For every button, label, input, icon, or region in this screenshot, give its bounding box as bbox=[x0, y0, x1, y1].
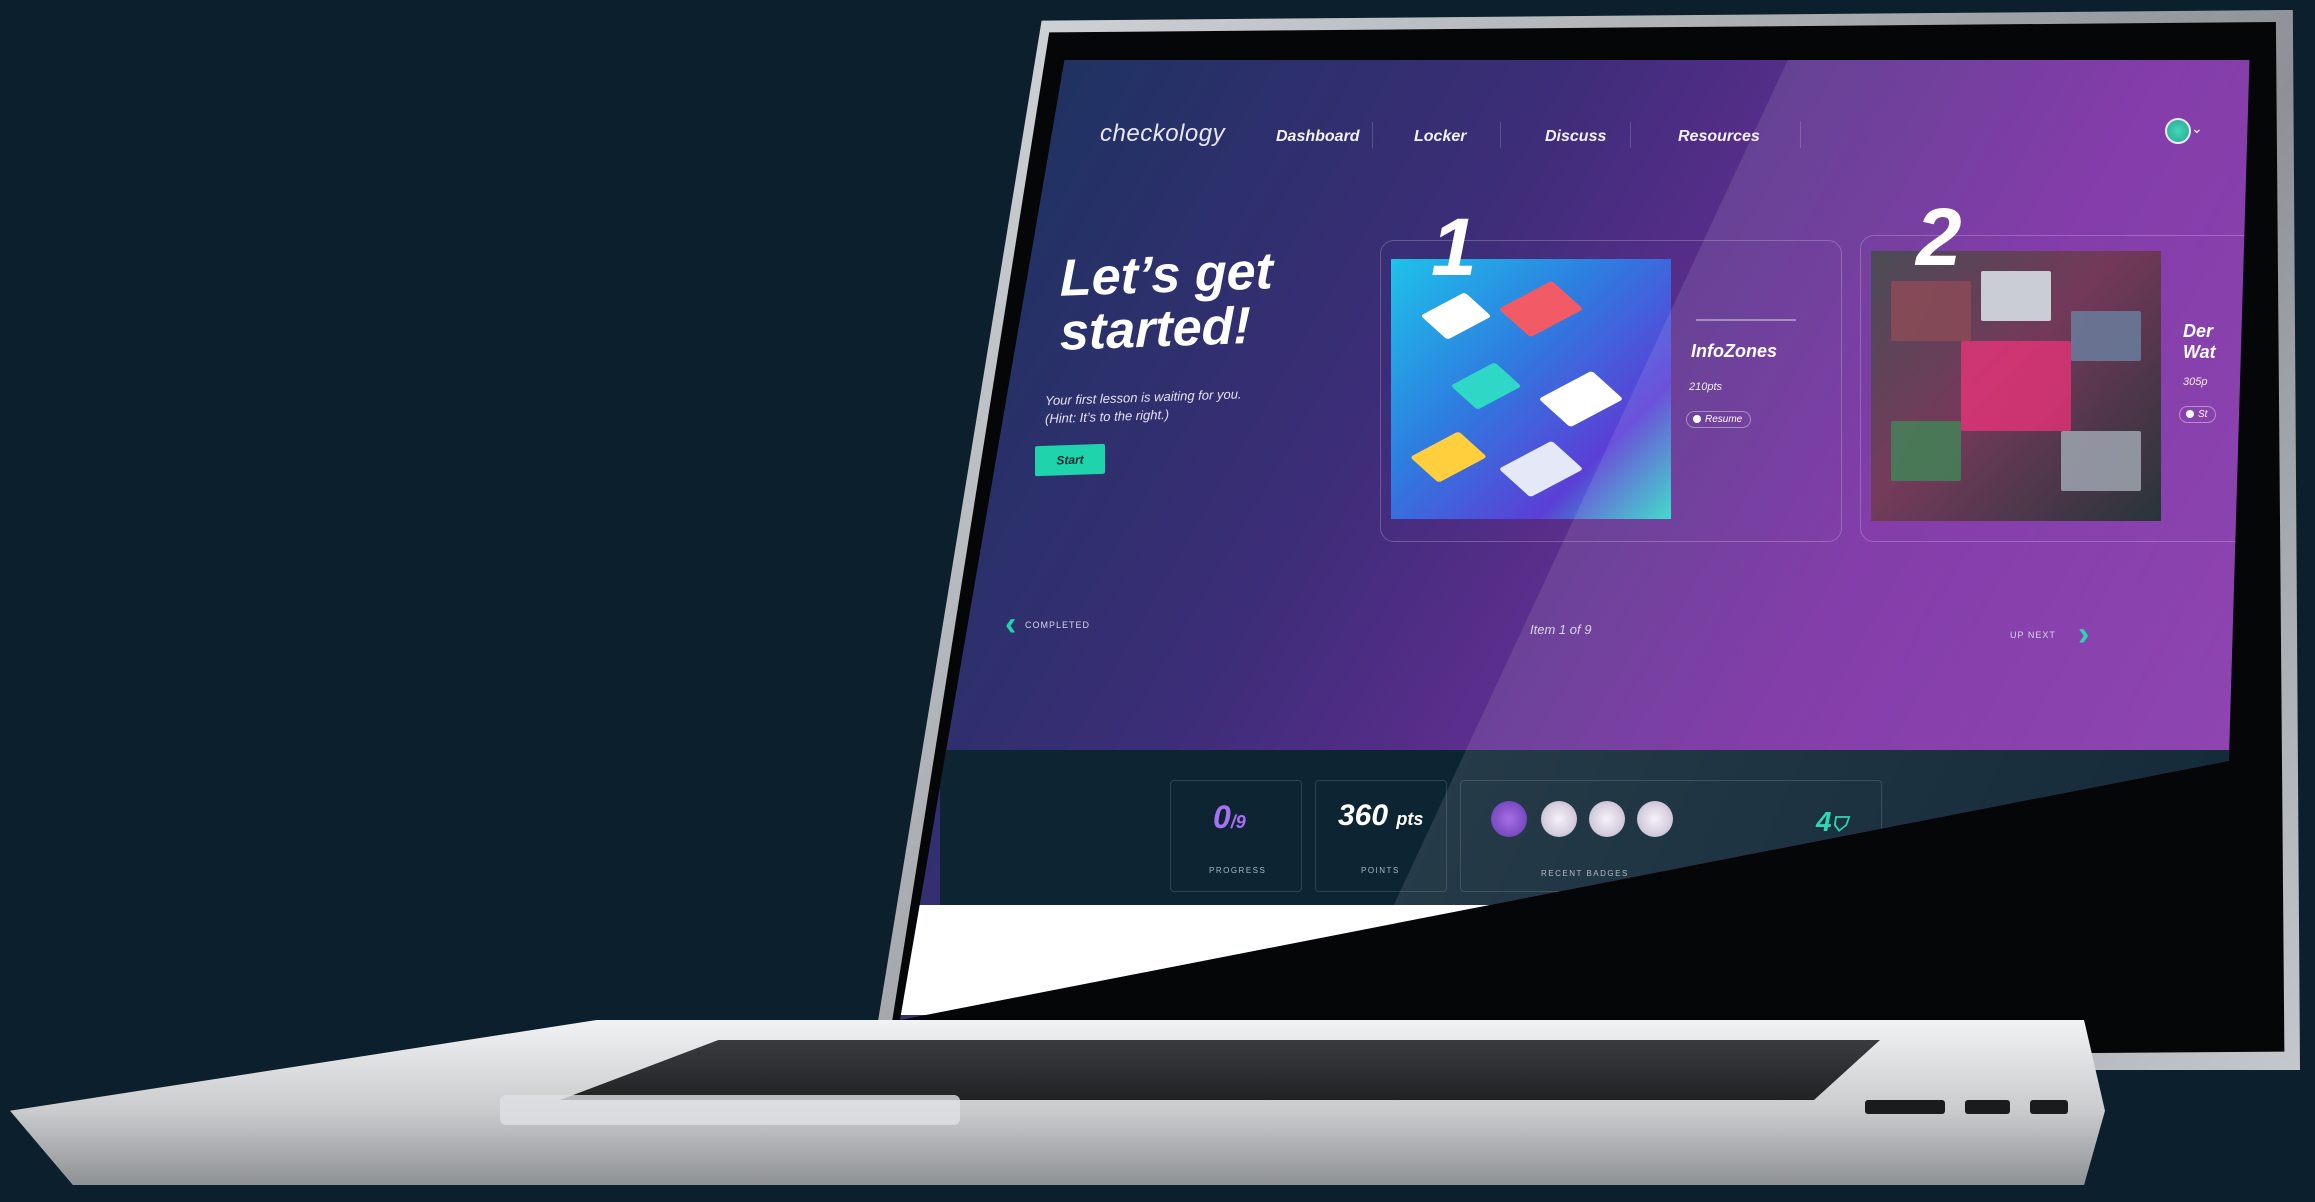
usb-port bbox=[2030, 1100, 2068, 1114]
prev-label: COMPLETED bbox=[1025, 620, 1091, 630]
thumbnail-tile bbox=[1450, 362, 1522, 410]
sd-slot bbox=[1865, 1100, 1945, 1114]
card-title: InfoZones bbox=[1691, 341, 1777, 361]
thumbnail-tile bbox=[1409, 431, 1488, 483]
card-number: 1 bbox=[1431, 202, 1477, 293]
points-value: 360 pts bbox=[1338, 799, 1423, 833]
points-stat: 360 pts POINTS bbox=[1315, 780, 1447, 892]
hero-subtitle: Your first lesson is waiting for you. (H… bbox=[1045, 384, 1285, 428]
card-title: Der Wat bbox=[2183, 321, 2216, 363]
points-count: 360 bbox=[1338, 799, 1389, 832]
hdmi-port bbox=[1965, 1100, 2010, 1114]
checkology-logo[interactable]: checkology bbox=[1100, 120, 1225, 148]
nav-divider bbox=[1800, 122, 1801, 148]
thumbnail-tile bbox=[1420, 292, 1492, 340]
progress-value: 0/9 bbox=[1213, 799, 1246, 836]
laptop-base bbox=[10, 1020, 2105, 1185]
total-label: TOTAL bbox=[1819, 869, 1852, 878]
thumbnail-tile bbox=[1981, 271, 2051, 321]
thumbnail-tile bbox=[1538, 370, 1624, 428]
nav-locker[interactable]: Locker bbox=[1414, 128, 1466, 146]
nav-dashboard[interactable]: Dashboard bbox=[1276, 128, 1360, 146]
thumbnail-tile bbox=[2071, 311, 2141, 361]
nav-resources[interactable]: Resources bbox=[1678, 128, 1760, 146]
chevron-down-icon: ⌄ bbox=[2191, 120, 2203, 136]
progress-label: PROGRESS bbox=[1209, 866, 1267, 875]
open-learning-section: Open Learning bbox=[900, 905, 2250, 1015]
play-icon bbox=[2186, 410, 2194, 419]
thumbnail-tile bbox=[1961, 341, 2071, 431]
laptop-trackpad bbox=[500, 1095, 960, 1125]
resume-button[interactable]: Resume bbox=[1686, 411, 1752, 428]
resume-label: Resume bbox=[1705, 414, 1743, 425]
badge-icon[interactable] bbox=[1491, 801, 1527, 837]
thumbnail-tile bbox=[1498, 440, 1584, 498]
badges-label: RECENT BADGES bbox=[1541, 869, 1629, 878]
nav-divider bbox=[1500, 122, 1501, 148]
laptop-keyboard bbox=[560, 1040, 1880, 1100]
progress-total: /9 bbox=[1230, 812, 1246, 832]
account-menu-button[interactable]: ⌄ bbox=[2165, 118, 2205, 144]
card-divider bbox=[1696, 319, 1796, 321]
open-learning-title[interactable]: Open Learning bbox=[1355, 937, 1553, 969]
card-title-line2: Wat bbox=[2183, 342, 2216, 362]
badge-icon[interactable] bbox=[1637, 801, 1673, 837]
stats-band: 0/9 PROGRESS 360 pts POINTS RECENT BADGE… bbox=[940, 750, 2250, 910]
top-nav: checkology Dashboard Locker Discuss Reso… bbox=[1100, 110, 2220, 150]
start-lesson-button[interactable]: St bbox=[2179, 406, 2217, 423]
laptop-ports bbox=[1865, 1090, 2125, 1130]
thumbnail-tile bbox=[1891, 281, 1971, 341]
badge-icon[interactable] bbox=[1589, 801, 1625, 837]
progress-count: 0 bbox=[1213, 799, 1231, 835]
shield-icon: ⛉ bbox=[1831, 814, 1847, 836]
hero-title-line2: started! bbox=[1060, 297, 1251, 362]
thumbnail-tile bbox=[1891, 421, 1961, 481]
avatar bbox=[2165, 118, 2191, 144]
next-label: UP NEXT bbox=[2010, 630, 2056, 640]
lesson-thumbnail bbox=[1871, 251, 2161, 521]
badge-icon[interactable] bbox=[1541, 801, 1577, 837]
badges-stat: RECENT BADGES 4⛉ TOTAL bbox=[1460, 780, 1882, 892]
nav-divider bbox=[1372, 122, 1373, 148]
carousel-counter: Item 1 of 9 bbox=[1530, 622, 1592, 637]
nav-discuss[interactable]: Discuss bbox=[1545, 128, 1606, 146]
card-number: 2 bbox=[1916, 192, 1962, 283]
start-button[interactable]: Start bbox=[1035, 443, 1105, 477]
card-points: 305p bbox=[2183, 376, 2208, 388]
card-title-line1: Der bbox=[2183, 321, 2214, 341]
hero-title: Let’s get started! bbox=[1060, 242, 1273, 362]
start-label: St bbox=[2198, 409, 2208, 420]
thumbnail-tile bbox=[2061, 431, 2141, 491]
play-icon bbox=[1693, 415, 1701, 424]
total-count: 4 bbox=[1816, 806, 1832, 837]
lesson-thumbnail bbox=[1391, 259, 1671, 519]
app-screen: checkology Dashboard Locker Discuss Reso… bbox=[900, 60, 2250, 1020]
chevron-right-icon[interactable]: › bbox=[2078, 615, 2089, 654]
lesson-card-2[interactable]: 2 Der Wat 305p St bbox=[1860, 192, 2250, 542]
badges-total: 4⛉ bbox=[1816, 806, 1847, 838]
card-points: 210pts bbox=[1689, 381, 1723, 393]
chevron-left-icon[interactable]: ‹ bbox=[1005, 605, 1016, 644]
lesson-card-infozones[interactable]: 1 InfoZones 210pts Resume bbox=[1380, 202, 1842, 542]
nav-divider bbox=[1630, 122, 1631, 148]
progress-stat: 0/9 PROGRESS bbox=[1170, 780, 1302, 892]
points-unit: pts bbox=[1396, 809, 1424, 829]
thumbnail-tile bbox=[1498, 280, 1584, 338]
points-label: POINTS bbox=[1361, 866, 1400, 875]
